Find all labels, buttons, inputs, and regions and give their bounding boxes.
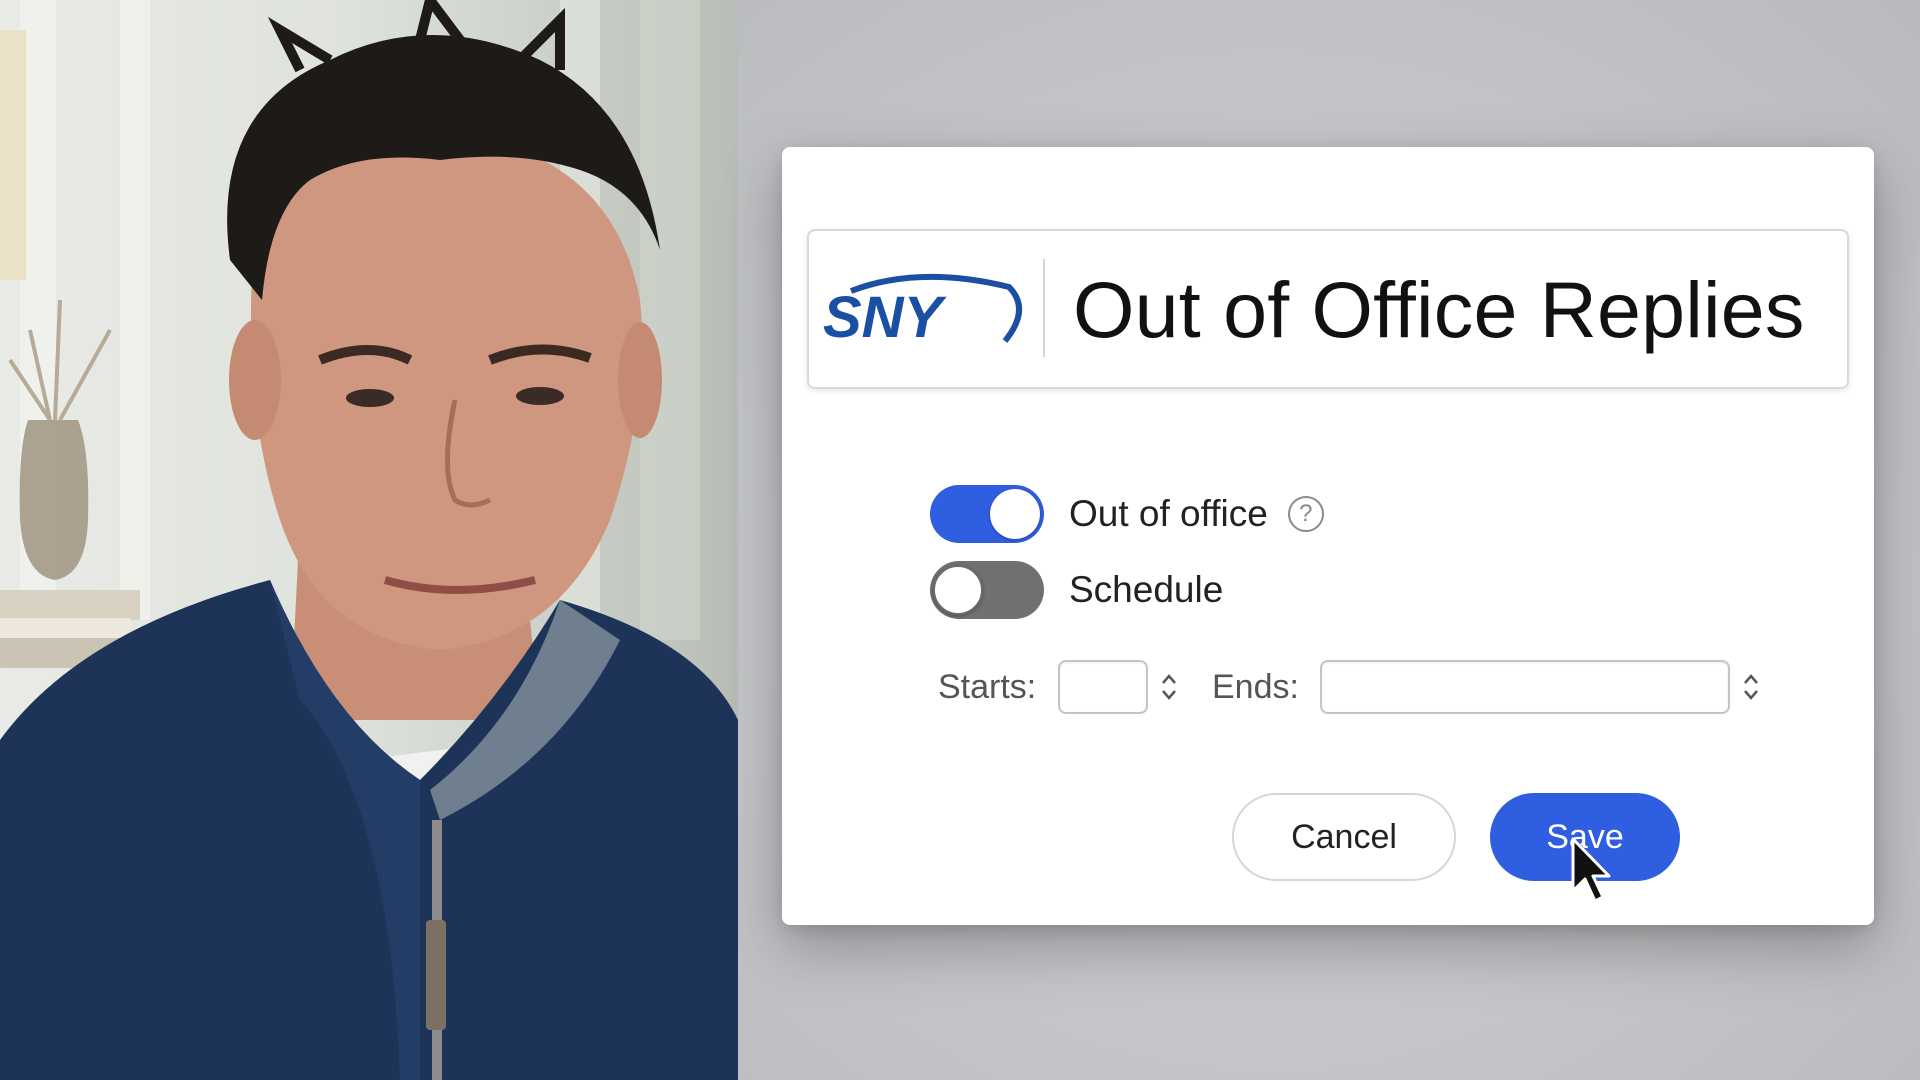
webcam-video-panel: [0, 0, 738, 1080]
starts-field[interactable]: [1058, 660, 1148, 714]
save-button[interactable]: Save: [1490, 793, 1680, 881]
schedule-row: Schedule: [930, 561, 1223, 619]
sny-logo: SNY: [823, 273, 1023, 349]
ends-label: Ends:: [1212, 668, 1299, 706]
toggle-knob: [990, 489, 1040, 539]
dialog-title: Out of Office Replies: [1073, 265, 1805, 354]
out-of-office-dialog: SNY Out of Office Replies Out of office …: [782, 147, 1874, 925]
toggle-knob: [933, 565, 983, 615]
ends-field[interactable]: [1320, 660, 1730, 714]
schedule-label: Schedule: [1069, 569, 1224, 610]
dialog-header: SNY Out of Office Replies: [807, 229, 1849, 389]
schedule-toggle[interactable]: [930, 561, 1044, 619]
out-of-office-row: Out of office ?: [930, 485, 1324, 543]
ends-stepper-icon[interactable]: [1742, 672, 1760, 702]
sny-logo-text: SNY: [823, 285, 948, 349]
starts-label: Starts:: [938, 668, 1037, 706]
out-of-office-toggle[interactable]: [930, 485, 1044, 543]
cancel-button[interactable]: Cancel: [1232, 793, 1456, 881]
help-icon[interactable]: ?: [1287, 496, 1324, 532]
starts-stepper-icon[interactable]: [1160, 672, 1178, 702]
header-divider: [1043, 259, 1045, 357]
person-figure: [0, 0, 738, 1080]
out-of-office-label: Out of office: [1069, 493, 1268, 534]
schedule-dates: Starts: Ends:: [938, 660, 1858, 714]
